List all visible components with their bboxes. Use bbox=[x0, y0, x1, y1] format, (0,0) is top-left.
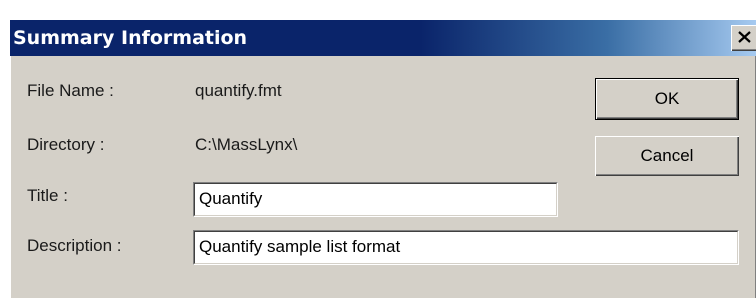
close-button[interactable] bbox=[731, 25, 756, 51]
title-input[interactable]: Quantify bbox=[194, 183, 557, 216]
summary-information-dialog: Summary Information File Name : quantify… bbox=[10, 20, 756, 298]
description-label: Description : bbox=[27, 236, 122, 255]
title-label: Title : bbox=[27, 186, 68, 205]
file-name-value: quantify.fmt bbox=[195, 81, 282, 100]
description-input[interactable]: Quantify sample list format bbox=[194, 231, 738, 264]
title-field[interactable]: Quantify bbox=[193, 182, 558, 217]
directory-label: Directory : bbox=[27, 135, 105, 154]
dialog-title: Summary Information bbox=[13, 27, 248, 49]
file-name-label: File Name : bbox=[27, 81, 114, 100]
close-icon bbox=[738, 31, 751, 43]
directory-value: C:\MassLynx\ bbox=[195, 135, 298, 154]
ok-button[interactable]: OK bbox=[595, 78, 739, 120]
cancel-button[interactable]: Cancel bbox=[595, 136, 739, 176]
description-field[interactable]: Quantify sample list format bbox=[193, 230, 739, 265]
title-bar[interactable]: Summary Information bbox=[10, 20, 756, 56]
